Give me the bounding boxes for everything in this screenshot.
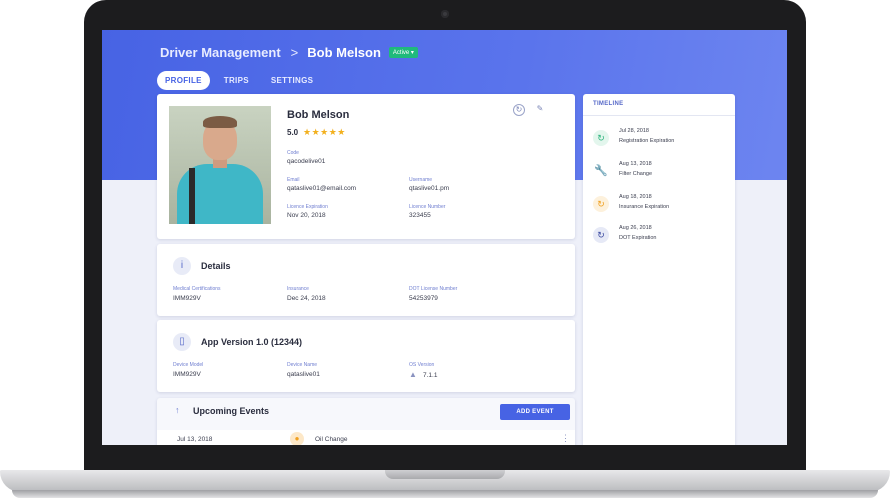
event-row[interactable]: Jul 13, 2018 ● Oil Change ⋮ <box>157 430 575 445</box>
breadcrumb-section[interactable]: Driver Management <box>160 45 281 60</box>
email-label: Email <box>287 177 300 183</box>
username-value: qtaslive01.pm <box>409 185 450 192</box>
timeline-title: TIMELINE <box>593 101 624 107</box>
add-event-button[interactable]: ADD EVENT <box>500 404 570 420</box>
device-model-value: IMM929V <box>173 371 201 378</box>
license-expiration-label: Licence Expiration <box>287 204 328 210</box>
timeline-date: Aug 18, 2018 <box>619 194 652 200</box>
tab-profile[interactable]: PROFILE <box>157 71 210 90</box>
timeline-date: Jul 28, 2018 <box>619 128 649 134</box>
event-name: Oil Change <box>315 436 348 443</box>
profile-card: Bob Melson 5.0 ★★★★★ ↻ ✎ Code qacodelive… <box>157 94 575 239</box>
timeline-item[interactable]: ↻ Aug 26, 2018 DOT Expiration <box>593 225 733 255</box>
android-icon: ▲ <box>409 370 417 379</box>
medical-cert-label: Medical Certifications <box>173 286 221 292</box>
code-value: qacodelive01 <box>287 158 326 165</box>
photo-hair <box>203 116 237 128</box>
arrow-up-icon[interactable]: ↑ <box>175 405 180 415</box>
oil-drop-icon: ● <box>290 432 304 445</box>
upcoming-events-card: ↑ Upcoming Events ADD EVENT Jul 13, 2018… <box>157 398 575 445</box>
event-date: Jul 13, 2018 <box>177 436 213 443</box>
wrench-icon: 🔧 <box>593 163 609 179</box>
upcoming-events-title: Upcoming Events <box>193 406 270 416</box>
insurance-value: Dec 24, 2018 <box>287 295 326 302</box>
more-options-icon[interactable]: ⋮ <box>561 433 570 444</box>
app-version-title: App Version 1.0 (12344) <box>201 337 303 347</box>
laptop-notch <box>385 470 505 479</box>
dot-license-value: 54253979 <box>409 295 438 302</box>
tab-settings[interactable]: SETTINGS <box>263 71 321 90</box>
timeline-text: Filter Change <box>619 171 653 177</box>
photo-bag-strap <box>189 168 195 224</box>
driver-photo <box>169 106 271 224</box>
refresh-icon: ↻ <box>593 196 609 212</box>
phone-icon: ▯ <box>173 333 191 351</box>
breadcrumb-separator: > <box>290 45 299 60</box>
pencil-icon[interactable]: ✎ <box>534 104 546 116</box>
status-badge[interactable]: Active ▾ <box>388 47 418 58</box>
webcam <box>441 10 449 18</box>
os-version-label: OS Version <box>409 362 435 368</box>
dot-license-label: DOT License Number <box>409 286 458 292</box>
license-number-value: 323455 <box>409 212 431 219</box>
details-card: i Details Medical Certifications IMM929V… <box>157 244 575 316</box>
timeline-date: Aug 13, 2018 <box>619 161 652 167</box>
refresh-icon: ↻ <box>593 130 609 146</box>
app-version-card: ▯ App Version 1.0 (12344) Device Model I… <box>157 320 575 392</box>
page-title: Bob Melson <box>307 45 381 60</box>
tab-bar: PROFILE TRIPS SETTINGS <box>157 71 321 90</box>
os-version-value: 7.1.1 <box>423 372 438 379</box>
license-number-label: Licence Number <box>409 204 446 210</box>
laptop-base-edge <box>12 490 878 498</box>
info-icon: i <box>173 257 191 275</box>
breadcrumb: Driver Management > Bob Melson Active ▾ <box>160 45 418 60</box>
app-screen: Driver Management > Bob Melson Active ▾ … <box>102 30 787 445</box>
timeline-item[interactable]: 🔧 Aug 13, 2018 Filter Change <box>593 161 733 191</box>
laptop-mockup: Driver Management > Bob Melson Active ▾ … <box>0 0 890 500</box>
timeline-item[interactable]: ↻ Jul 28, 2018 Registration Expiration <box>593 128 733 158</box>
insurance-label: Insurance <box>287 286 309 292</box>
license-expiration-value: Nov 20, 2018 <box>287 212 326 219</box>
details-title: Details <box>201 261 231 271</box>
device-name-label: Device Name <box>287 362 318 368</box>
username-label: Username <box>409 177 433 183</box>
timeline-text: Insurance Expiration <box>619 204 670 210</box>
timeline-item[interactable]: ↻ Aug 18, 2018 Insurance Expiration <box>593 194 733 224</box>
medical-cert-value: IMM929V <box>173 295 201 302</box>
device-model-label: Device Model <box>173 362 204 368</box>
tab-trips[interactable]: TRIPS <box>216 71 257 90</box>
timeline-text: Registration Expiration <box>619 138 675 144</box>
code-label: Code <box>287 150 299 156</box>
driver-name: Bob Melson <box>287 109 350 121</box>
email-value: qataslive01@email.com <box>287 185 357 192</box>
timeline-card: TIMELINE ↻ Jul 28, 2018 Registration Exp… <box>583 94 735 445</box>
timeline-divider <box>583 115 735 116</box>
device-name-value: qataslive01 <box>287 371 320 378</box>
history-icon[interactable]: ↻ <box>513 104 525 116</box>
rating-value: 5.0 <box>287 128 299 137</box>
timeline-date: Aug 26, 2018 <box>619 225 652 231</box>
timeline-text: DOT Expiration <box>619 235 657 241</box>
refresh-icon: ↻ <box>593 227 609 243</box>
rating-stars: ★★★★★ <box>303 127 346 137</box>
